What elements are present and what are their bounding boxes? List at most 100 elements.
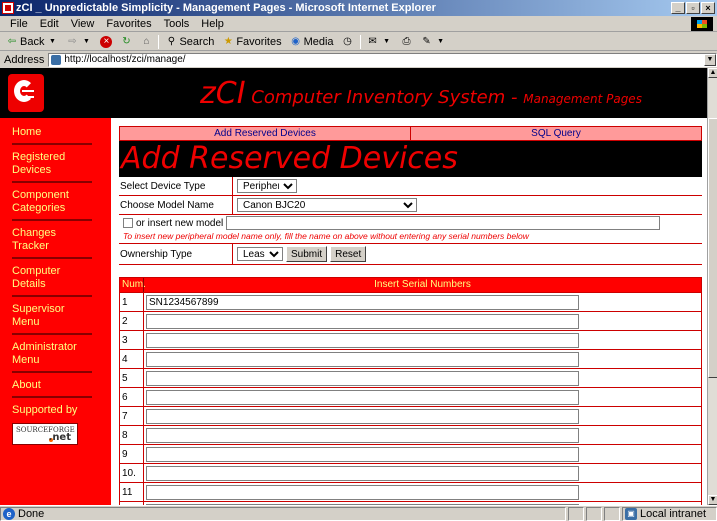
zci-logo[interactable] <box>8 74 44 112</box>
serial-input[interactable] <box>146 427 579 443</box>
chevron-down-icon: ▼ <box>83 37 90 45</box>
mail-icon: ✉ <box>368 35 377 47</box>
scroll-thumb[interactable] <box>708 118 717 378</box>
serial-input[interactable] <box>146 313 579 329</box>
sidebar-item-administrator-menu[interactable]: Administrator Menu <box>12 341 92 373</box>
tab-bar: Add Reserved Devices SQL Query <box>119 126 702 141</box>
vertical-scrollbar[interactable]: ▲ ▼ <box>707 68 717 505</box>
num-column-header: Num. <box>122 278 146 292</box>
refresh-button[interactable]: ↻ <box>118 36 134 48</box>
address-input[interactable]: http://localhost/zci/manage/ ▼ <box>48 52 717 67</box>
address-dropdown-icon[interactable]: ▼ <box>704 53 716 66</box>
table-row: 8 <box>120 425 701 445</box>
tab-sql-query[interactable]: SQL Query <box>410 127 701 140</box>
status-cell <box>568 506 584 521</box>
serial-input[interactable] <box>146 408 579 424</box>
reset-button[interactable]: Reset <box>330 246 367 262</box>
page-icon <box>51 54 62 65</box>
tab-add-reserved-devices[interactable]: Add Reserved Devices <box>120 127 410 140</box>
main-content: Add Reserved Devices SQL Query Add Reser… <box>119 126 702 505</box>
page-header: zCI Computer Inventory System - Manageme… <box>0 68 707 118</box>
close-button[interactable]: × <box>701 2 715 14</box>
security-zone: ▣ Local intranet <box>622 506 717 521</box>
history-icon: ◷ <box>343 35 352 47</box>
media-button-label: Media <box>303 35 334 48</box>
stop-icon: × <box>100 35 113 48</box>
menu-edit[interactable]: Edit <box>34 18 65 30</box>
sidebar-item-computer-details[interactable]: Computer Details <box>12 265 92 297</box>
status-text-area: e Done <box>0 506 566 521</box>
sidebar-item-home[interactable]: Home <box>12 126 92 145</box>
serial-input[interactable] <box>146 446 579 462</box>
menu-view[interactable]: View <box>65 18 101 30</box>
site-title: zCI Computer Inventory System - Manageme… <box>200 76 642 111</box>
serial-table-header: Num. Insert Serial Numbers <box>120 278 701 292</box>
address-label: Address <box>4 53 45 66</box>
serial-input[interactable] <box>146 294 579 310</box>
menu-file[interactable]: File <box>4 18 34 30</box>
sidebar-item-supervisor-menu[interactable]: Supervisor Menu <box>12 303 92 335</box>
ie-app-icon[interactable] <box>2 2 14 14</box>
address-bar: Address http://localhost/zci/manage/ ▼ <box>0 52 717 67</box>
media-button[interactable]: ◉ Media <box>288 36 336 48</box>
new-model-row: or insert new model To insert new periph… <box>119 215 702 244</box>
submit-button[interactable]: Submit <box>286 246 328 262</box>
window-title-bar: zCI _ Unpredictable Simplicity - Managem… <box>0 0 717 16</box>
device-type-select[interactable]: Peripheral <box>237 179 297 193</box>
row-number: 6 <box>120 387 144 407</box>
chevron-down-icon: ▼ <box>49 37 56 45</box>
edit-icon: ✎ <box>422 35 431 47</box>
intranet-icon: ▣ <box>625 507 637 520</box>
row-number: 5 <box>120 368 144 388</box>
scroll-up-icon[interactable]: ▲ <box>708 68 717 78</box>
scroll-down-icon[interactable]: ▼ <box>708 495 717 505</box>
maximize-button[interactable]: ▫ <box>686 2 700 14</box>
ownership-row: Ownership Type Lease Submit Reset <box>119 243 702 265</box>
minimize-button[interactable]: _ <box>671 2 685 14</box>
search-button[interactable]: ⚲ Search <box>163 36 216 48</box>
logo-z-shape <box>22 90 34 98</box>
serial-input[interactable] <box>146 351 579 367</box>
favorites-button-label: Favorites <box>236 35 282 48</box>
serial-input[interactable] <box>146 370 579 386</box>
toolbar-separator <box>359 34 361 49</box>
menu-help[interactable]: Help <box>195 18 230 30</box>
device-form: Select Device Type Peripheral Choose Mod… <box>119 176 702 265</box>
back-button[interactable]: ⇦ Back ▼ <box>4 36 60 48</box>
stop-button[interactable]: × <box>98 35 114 48</box>
mail-button[interactable]: ✉ ▼ <box>365 36 395 48</box>
serial-input[interactable] <box>146 389 579 405</box>
ie-page-icon: e <box>3 507 15 520</box>
address-url: http://localhost/zci/manage/ <box>64 54 186 65</box>
serial-input[interactable] <box>146 465 579 481</box>
home-icon: ⌂ <box>143 35 150 47</box>
history-button[interactable]: ◷ <box>340 36 356 48</box>
sourceforge-badge[interactable]: SOURCEFORGE .net <box>12 423 78 445</box>
sidebar: Home Registered Devices Component Catego… <box>0 118 111 505</box>
new-model-input[interactable] <box>226 216 661 230</box>
row-number: 7 <box>120 406 144 426</box>
table-row: 5 <box>120 368 701 388</box>
print-button[interactable]: ⎙ <box>399 36 415 48</box>
home-button[interactable]: ⌂ <box>138 36 154 48</box>
new-model-checkbox[interactable] <box>123 218 133 228</box>
model-select[interactable]: Canon BJC20 <box>237 198 417 212</box>
edit-button[interactable]: ✎ ▼ <box>419 36 449 48</box>
sidebar-item-about[interactable]: About <box>12 379 92 398</box>
serial-input[interactable] <box>146 484 579 500</box>
menu-bar: File Edit View Favorites Tools Help <box>0 16 717 32</box>
favorites-icon: ★ <box>223 35 233 47</box>
sidebar-item-registered-devices[interactable]: Registered Devices <box>12 151 92 183</box>
favorites-button[interactable]: ★ Favorites <box>220 36 283 48</box>
status-bar: e Done ▣ Local intranet <box>0 505 717 521</box>
forward-button[interactable]: ⇨ ▼ <box>64 36 94 48</box>
sidebar-item-changes-tracker[interactable]: Changes Tracker <box>12 227 92 259</box>
menu-favorites[interactable]: Favorites <box>100 18 157 30</box>
site-title-sub: Management Pages <box>523 92 642 106</box>
ownership-label: Ownership Type <box>119 243 233 265</box>
ownership-select[interactable]: Lease <box>237 247 283 261</box>
menu-tools[interactable]: Tools <box>158 18 196 30</box>
sidebar-item-component-categories[interactable]: Component Categories <box>12 189 92 221</box>
refresh-icon: ↻ <box>122 35 131 47</box>
serial-input[interactable] <box>146 332 579 348</box>
